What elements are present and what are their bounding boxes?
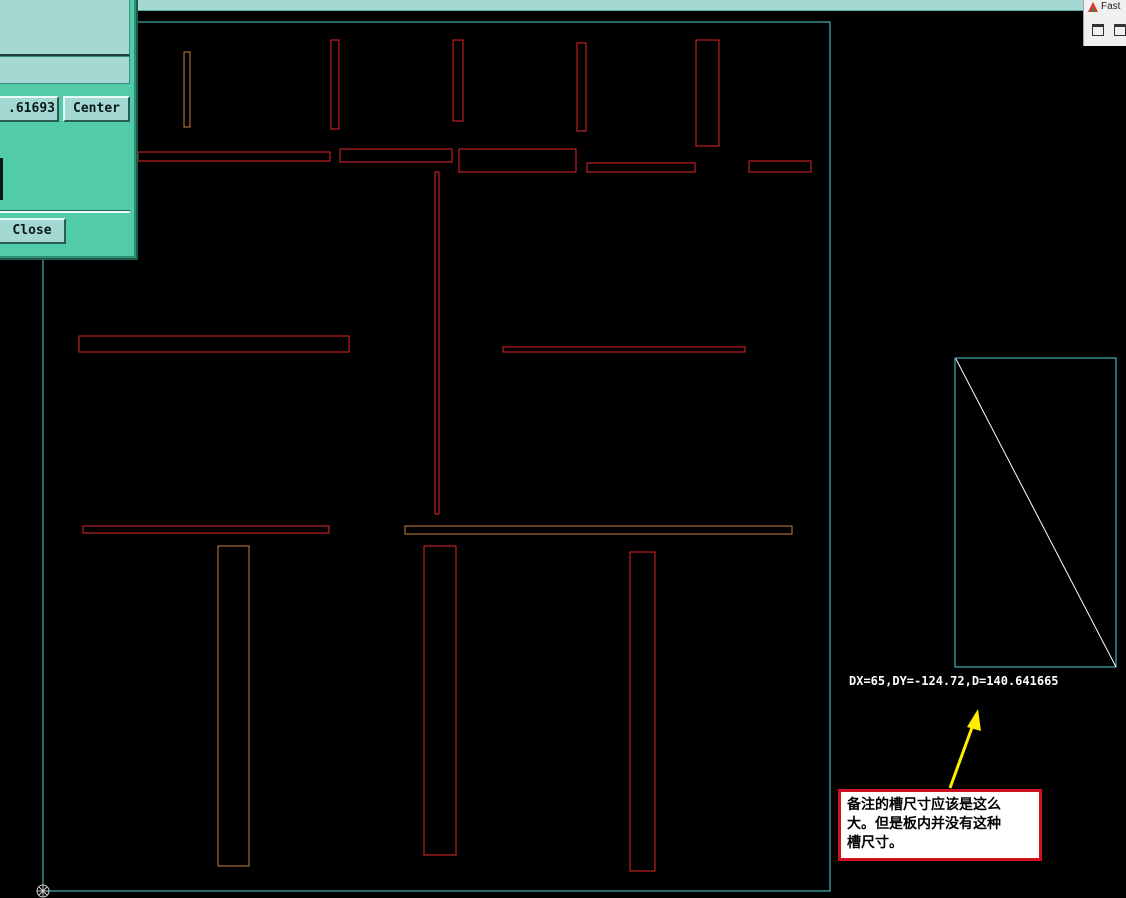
note-line: 大。但是板内并没有这种 bbox=[847, 816, 1001, 832]
note-line: 备注的槽尺寸应该是这么 bbox=[847, 797, 1001, 813]
slot bbox=[339, 148, 453, 163]
arrow-icon bbox=[948, 709, 981, 789]
slot bbox=[137, 151, 331, 162]
restore-icon[interactable] bbox=[1114, 24, 1126, 36]
app-title-bar: Fast bbox=[1084, 0, 1126, 14]
app-window-fragment[interactable]: Fast bbox=[1083, 0, 1126, 46]
slot bbox=[82, 525, 330, 534]
slot bbox=[452, 39, 464, 122]
center-button[interactable]: Center bbox=[63, 96, 130, 122]
measurement-diagonal bbox=[955, 358, 1117, 668]
slot bbox=[330, 39, 340, 130]
drawing-canvas[interactable] bbox=[0, 0, 1126, 898]
app-logo-icon bbox=[1088, 2, 1098, 12]
measurement-readout: DX=65,DY=-124.72,D=140.641665 bbox=[849, 674, 1059, 688]
slot bbox=[586, 162, 696, 173]
slot bbox=[502, 346, 746, 353]
cad-workspace[interactable]: .61693 Center Close Fast DX=65,DY=-124.7… bbox=[0, 0, 1126, 898]
slot bbox=[404, 525, 793, 535]
floating-dialog: .61693 Center Close bbox=[0, 0, 136, 258]
app-title-text: Fast bbox=[1101, 1, 1121, 12]
dialog-field-top[interactable] bbox=[0, 0, 130, 56]
dialog-dark-panel bbox=[0, 158, 3, 200]
slot bbox=[217, 545, 250, 867]
slot bbox=[576, 42, 587, 132]
slot bbox=[78, 335, 350, 353]
slot bbox=[695, 39, 720, 147]
dialog-separator bbox=[0, 210, 130, 213]
value-field[interactable]: .61693 bbox=[0, 96, 59, 122]
dialog-field-second[interactable] bbox=[0, 56, 130, 84]
origin-marker-icon bbox=[36, 884, 50, 898]
slot bbox=[423, 545, 457, 856]
slot bbox=[629, 551, 656, 872]
slot bbox=[434, 171, 440, 515]
note-line: 槽尺寸。 bbox=[847, 835, 903, 851]
close-button[interactable]: Close bbox=[0, 218, 66, 244]
slot bbox=[458, 148, 577, 173]
slot bbox=[748, 160, 812, 173]
window-icon[interactable] bbox=[1092, 24, 1104, 36]
slot bbox=[183, 51, 191, 128]
annotation-note: 备注的槽尺寸应该是这么 大。但是板内并没有这种 槽尺寸。 bbox=[838, 789, 1042, 861]
